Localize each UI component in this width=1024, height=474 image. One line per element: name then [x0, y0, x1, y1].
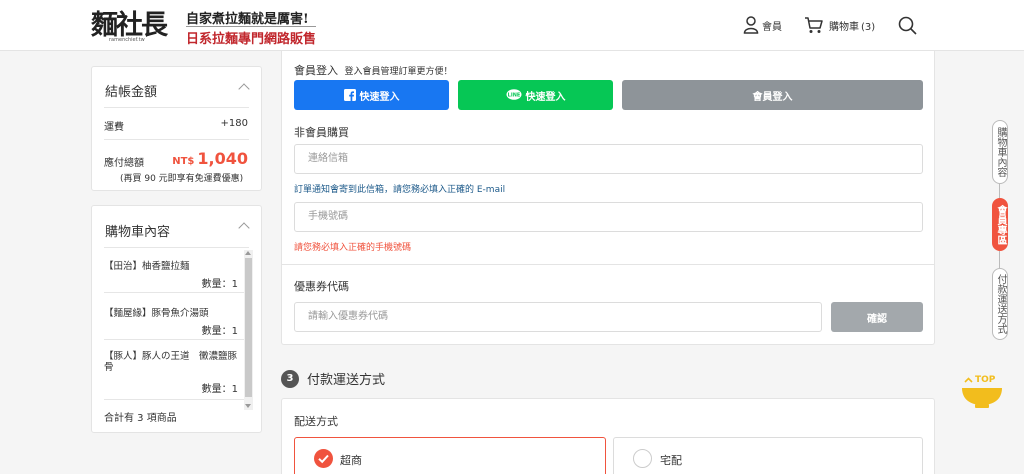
login-title: 會員登入	[294, 64, 338, 77]
payment-title: 付款運送方式	[307, 373, 386, 388]
cart-link[interactable]: 購物車 (3)	[804, 16, 875, 34]
chevron-up-icon	[964, 377, 973, 383]
login-heading: 會員登入 登入會員管理訂單更方便！	[294, 62, 453, 78]
delivery-title: 配送方式	[294, 415, 338, 428]
member-form-card: 會員登入 登入會員管理訂單更方便！ 快速登入 LINE 快速登入 會員登入 非會…	[281, 51, 935, 345]
currency: NT$	[172, 156, 195, 167]
checkout-summary-card: 結帳金額 運費 +180 應付總額 NT$ 1,040 (再買 90 元即享有免運…	[91, 66, 262, 191]
line-icon: LINE	[506, 89, 521, 100]
cart-label: 購物車 (3)	[829, 21, 876, 33]
phone-field[interactable]: 手機號碼	[294, 202, 923, 232]
back-to-top-button[interactable]: TOP	[961, 375, 1003, 409]
shipping-label: 運費	[104, 122, 124, 133]
check-circle-icon	[314, 449, 333, 468]
member-label: 會員	[762, 21, 782, 33]
search-icon	[898, 16, 917, 35]
site-header: 麵社長 ramenchief.tw 自家煮拉麵就是厲害! 日系拉麵專門網路販售 …	[0, 0, 1024, 51]
divider	[282, 264, 934, 265]
phone-error: 請您務必填入正確的手機號碼	[294, 243, 412, 253]
slogan-line1: 自家煮拉麵就是厲害!	[186, 12, 309, 27]
cart-list: 【田治】柚香鹽拉麵 數量：1 【麵屋緣】豚骨魚介湯頭 數量：1 【豚人】豚人の王…	[104, 248, 244, 411]
item-name: 【豚人】豚人の王道 黴濃鹽豚骨	[104, 351, 238, 373]
coupon-confirm-button[interactable]: 確認	[831, 302, 923, 332]
radio-circle-icon	[633, 449, 652, 468]
item-qty: 數量：1	[201, 279, 238, 290]
payment-step-heading: 3 付款運送方式	[281, 369, 385, 388]
list-item: 【田治】柚香鹽拉麵 數量：1	[104, 248, 244, 293]
item-name: 【麵屋緣】豚骨魚介湯頭	[104, 308, 209, 319]
svg-text:LINE: LINE	[507, 93, 520, 99]
user-icon	[743, 16, 759, 34]
logo-subtext: ramenchief.tw	[109, 37, 145, 43]
coupon-title: 優惠券代碼	[294, 280, 349, 293]
site-logo[interactable]: 麵社長 ramenchief.tw	[91, 5, 175, 45]
cart-count: (3)	[861, 21, 876, 33]
total-label: 應付總額	[104, 158, 144, 169]
email-note: 訂單通知會寄到此信箱，請您務必填入正確的 E-mail	[294, 185, 506, 195]
scroll-up-arrow-icon[interactable]	[245, 251, 251, 255]
facebook-login-button[interactable]: 快速登入	[294, 80, 449, 110]
cart-content-card: 購物車內容 【田治】柚香鹽拉麵 數量：1 【麵屋緣】豚骨魚介湯頭 數量：1 【豚…	[91, 205, 262, 433]
delivery-option-store[interactable]: 超商	[294, 437, 606, 474]
search-button[interactable]	[898, 16, 917, 38]
chevron-up-icon[interactable]	[238, 83, 250, 95]
member-link[interactable]: 會員	[743, 16, 782, 34]
item-qty: 數量：1	[201, 384, 238, 395]
list-item: 【麵屋緣】豚骨魚介湯頭 數量：1	[104, 293, 244, 340]
list-item: 【豚人】豚人の王道 黴濃鹽豚骨 數量：1	[104, 340, 244, 400]
delivery-card: 配送方式 超商 宅配	[281, 398, 935, 474]
scroll-thumb[interactable]	[245, 258, 252, 397]
cart-total-count: 合計有 3 項商品	[104, 413, 177, 424]
total-amount: NT$ 1,040	[172, 149, 248, 168]
sidenav-payment-shipping[interactable]: 付款運送方式	[992, 268, 1008, 340]
slogan-line2: 日系拉麵專門網路販售	[186, 26, 317, 47]
sidenav-cart-content[interactable]: 購物車內容	[992, 120, 1008, 184]
member-login-button[interactable]: 會員登入	[622, 80, 923, 110]
item-qty: 數量：1	[201, 326, 238, 337]
store-option-label: 超商	[340, 454, 362, 467]
login-subtitle: 登入會員管理訂單更方便！	[344, 67, 453, 77]
chevron-up-icon[interactable]	[238, 222, 250, 234]
step-number-badge: 3	[281, 369, 299, 388]
sidenav-member-zone[interactable]: 會員專區	[992, 198, 1008, 251]
email-field[interactable]: 連絡信箱	[294, 144, 923, 174]
guest-title: 非會員購買	[294, 126, 349, 139]
scroll-down-arrow-icon[interactable]	[245, 404, 251, 408]
cart-scrollbar[interactable]	[244, 250, 253, 410]
top-label: TOP	[964, 375, 995, 385]
ramen-bowl-icon	[962, 388, 1002, 408]
cart-icon	[805, 17, 823, 33]
delivery-option-home[interactable]: 宅配	[613, 437, 923, 474]
item-name: 【田治】柚香鹽拉麵	[104, 261, 190, 272]
summary-title: 結帳金額	[105, 85, 158, 100]
home-option-label: 宅配	[660, 454, 682, 467]
total-value: 1,040	[197, 149, 248, 168]
shipping-value: +180	[220, 118, 248, 129]
coupon-input[interactable]: 請輸入優惠券代碼	[294, 302, 822, 332]
facebook-icon	[343, 89, 356, 101]
free-shipping-note: (再買 90 元即享有免運費優惠)	[120, 174, 244, 184]
line-login-button[interactable]: LINE 快速登入	[458, 80, 613, 110]
cart-title: 購物車內容	[105, 225, 171, 240]
